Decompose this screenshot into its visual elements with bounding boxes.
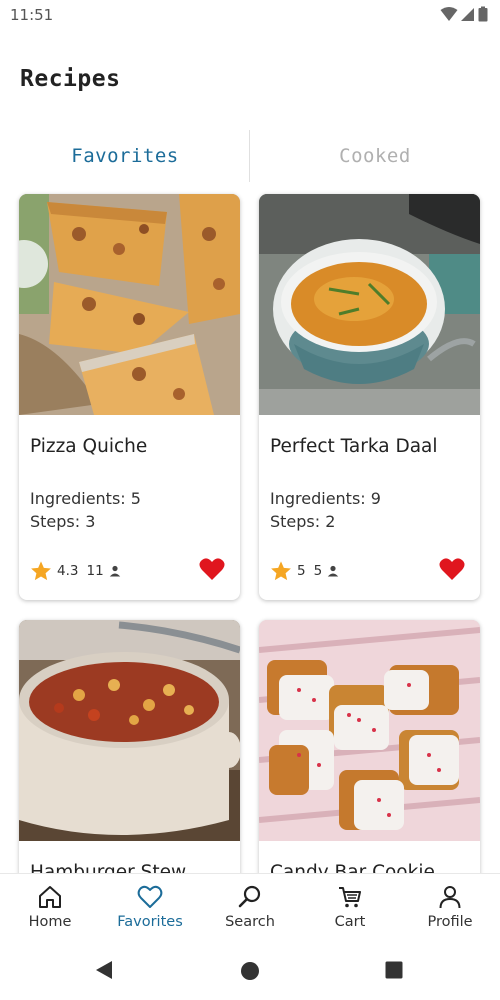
recipe-title: Pizza Quiche [30,436,148,457]
recipe-image-hamburger-stew [19,620,240,841]
status-bar: 11:51 [0,0,500,32]
person-icon [109,565,120,577]
tab-bar: Favorites Cooked [0,128,500,184]
person-icon [327,565,339,577]
nav-home-label: Home [28,914,72,930]
status-icons [440,6,488,22]
nav-cart-label: Cart [334,914,366,930]
recipe-card[interactable]: Pizza Quiche Ingredients: 5 Steps: 3 4.3… [19,194,240,600]
nav-search-label: Search [225,914,275,930]
cart-icon [339,887,361,908]
tab-favorites[interactable]: Favorites [0,128,250,184]
rating-value: 4.3 [57,563,79,579]
tab-cooked[interactable]: Cooked [250,128,500,184]
recipe-steps: Steps: 2 [270,512,336,531]
home-icon [39,886,61,908]
recipe-ingredients: Ingredients: 5 [30,489,141,508]
nav-profile-label: Profile [427,914,473,930]
recipe-image-pizza-quiche [19,194,240,415]
search-icon [238,885,261,908]
wifi-icon [440,7,458,21]
status-time: 11:51 [10,6,54,24]
nav-favorites-label: Favorites [117,914,183,930]
rating-count: 11 [86,563,104,579]
rating-value: 5 [297,563,306,579]
recipe-image-candy-bar-cookie [259,620,480,841]
heart-icon[interactable] [199,557,225,581]
nav-favorites[interactable]: Favorites [100,874,200,942]
star-icon [271,561,291,581]
system-nav-bar [0,941,500,1000]
recipe-image-tarka-daal [259,194,480,415]
nav-home[interactable]: Home [0,874,100,942]
signal-icon [461,8,474,21]
recipe-rating: 4.3 11 [30,560,121,582]
star-icon [31,561,51,581]
recipe-card[interactable]: Perfect Tarka Daal Ingredients: 9 Steps:… [259,194,480,600]
home-button-icon[interactable] [240,961,260,981]
battery-icon [478,6,488,22]
rating-count: 5 [313,563,323,579]
person-icon [439,886,461,909]
nav-profile[interactable]: Profile [400,874,500,942]
recipe-steps: Steps: 3 [30,512,96,531]
page-title: Recipes [20,66,121,92]
heart-icon [137,885,163,908]
nav-cart[interactable]: Cart [300,874,400,942]
recipe-ingredients: Ingredients: 9 [270,489,381,508]
back-icon[interactable] [94,960,114,980]
bottom-nav: Home Favorites Search Cart Profile [0,873,500,941]
heart-icon[interactable] [439,557,465,581]
recents-icon[interactable] [385,961,403,979]
recipe-rating: 5 5 [270,560,339,582]
nav-search[interactable]: Search [200,874,300,942]
recipe-title: Perfect Tarka Daal [270,436,438,457]
